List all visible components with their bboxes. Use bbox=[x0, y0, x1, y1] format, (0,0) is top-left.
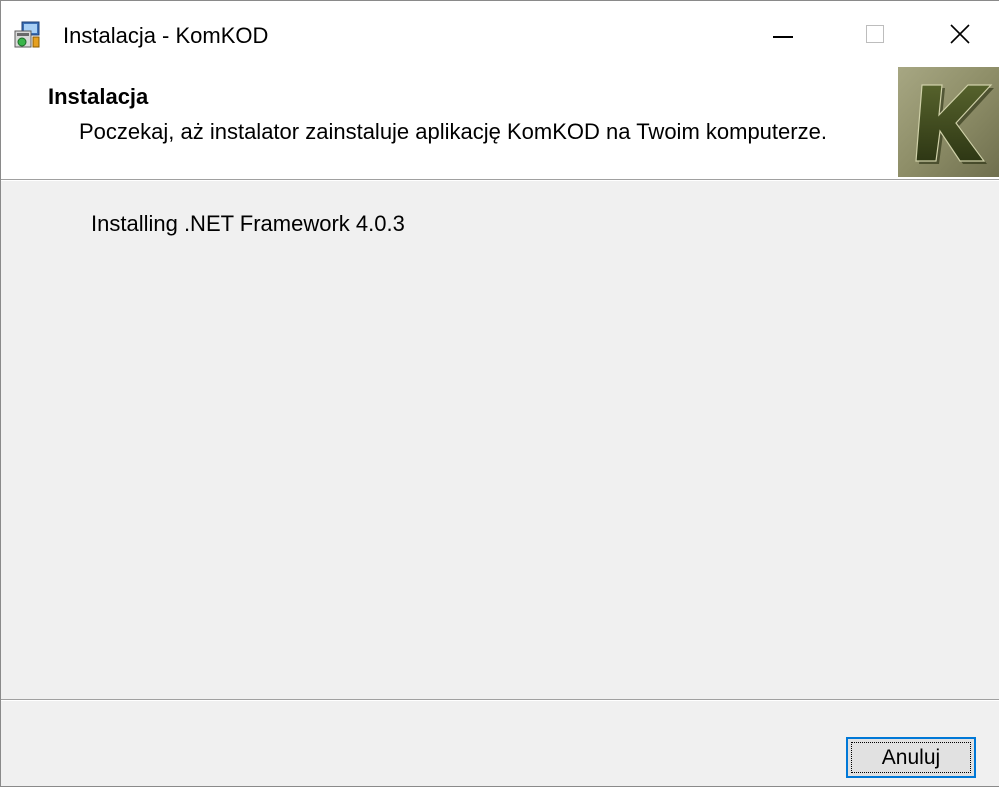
status-text: Installing .NET Framework 4.0.3 bbox=[91, 211, 405, 236]
installer-window: Instalacja - KomKOD Instalacja Poczekaj,… bbox=[0, 0, 999, 787]
close-icon bbox=[950, 24, 970, 44]
footer-divider bbox=[1, 699, 999, 701]
progress-panel: Installing .NET Framework 4.0.3 bbox=[1, 182, 999, 699]
installer-icon bbox=[13, 21, 41, 49]
minimize-icon bbox=[773, 36, 793, 38]
wizard-header: Instalacja Poczekaj, aż instalator zains… bbox=[1, 67, 999, 179]
header-divider bbox=[1, 179, 999, 181]
window-title: Instalacja - KomKOD bbox=[63, 23, 269, 48]
cancel-button-label: Anuluj bbox=[881, 745, 941, 769]
title-bar[interactable]: Instalacja - KomKOD bbox=[1, 1, 999, 67]
close-button[interactable] bbox=[921, 1, 999, 67]
page-description: Poczekaj, aż instalator zainstaluje apli… bbox=[79, 119, 827, 144]
button-bar: Anuluj bbox=[1, 702, 999, 786]
minimize-button[interactable] bbox=[737, 1, 829, 67]
cancel-button[interactable]: Anuluj bbox=[846, 737, 976, 778]
page-title: Instalacja bbox=[48, 84, 149, 109]
komkod-logo bbox=[898, 67, 999, 177]
maximize-button bbox=[829, 1, 921, 67]
maximize-icon bbox=[866, 25, 884, 43]
